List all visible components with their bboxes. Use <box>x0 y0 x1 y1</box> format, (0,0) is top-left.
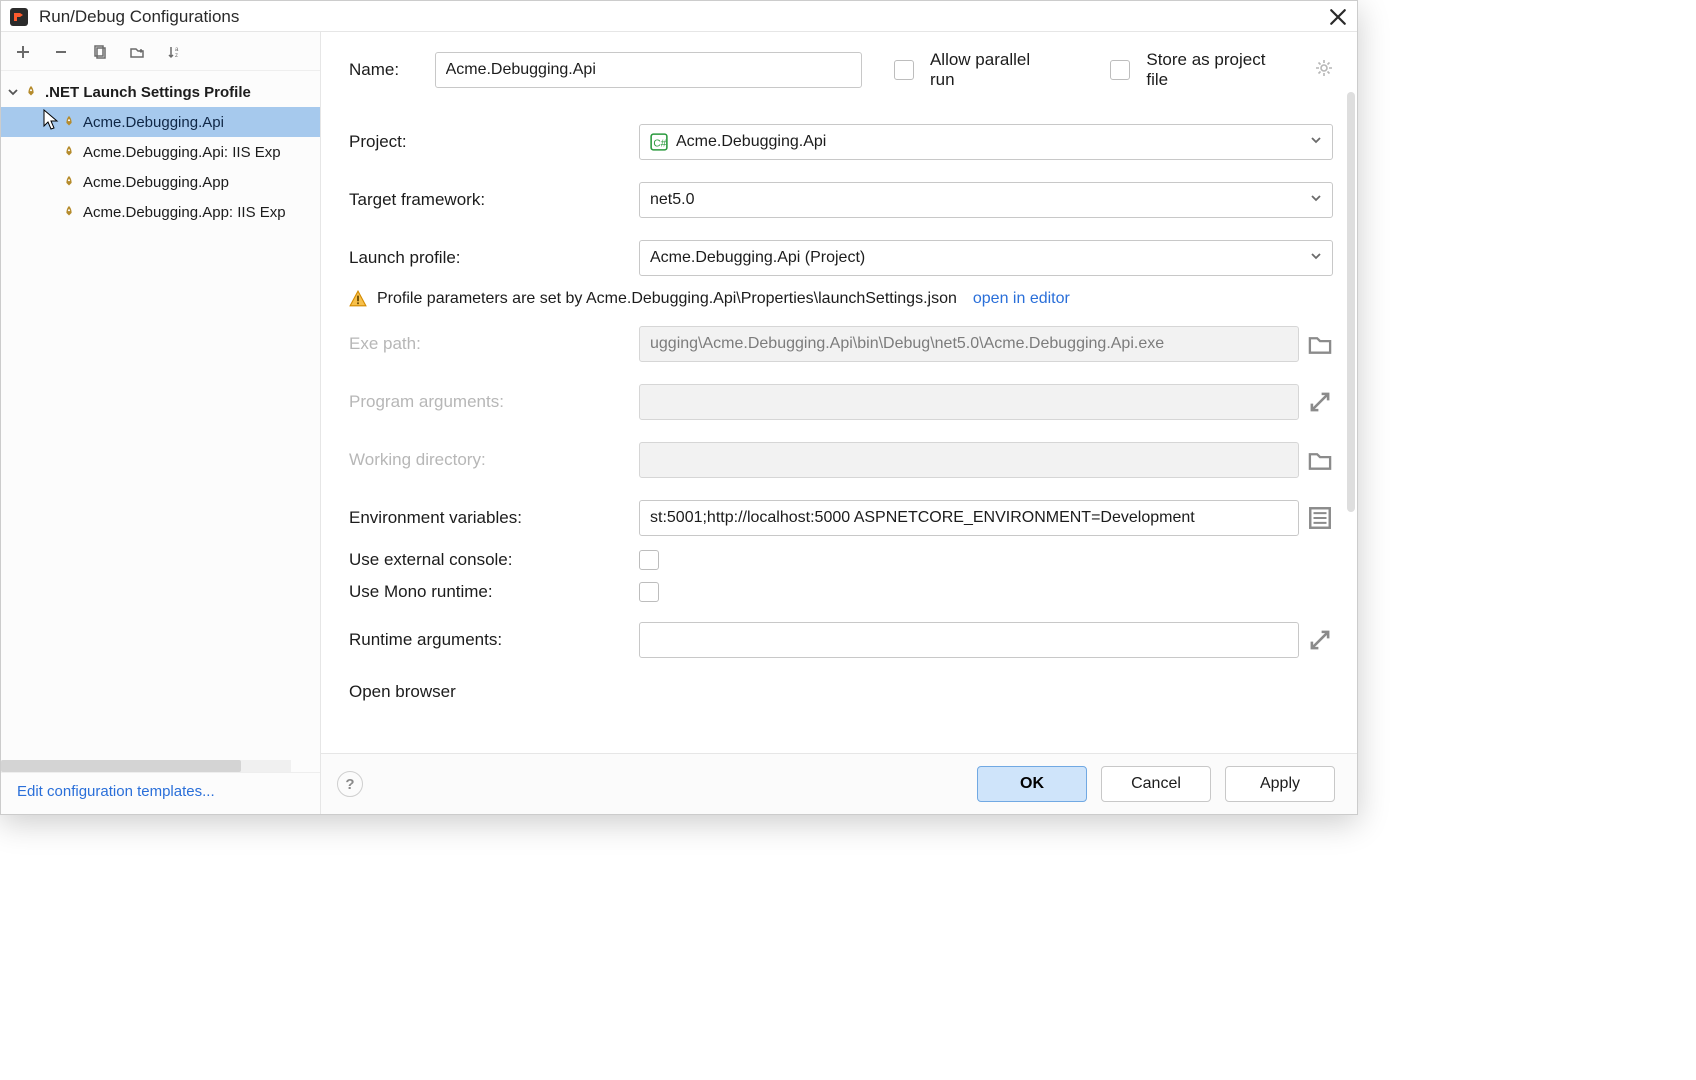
runtime-args-input[interactable] <box>639 622 1299 658</box>
expand-icon[interactable] <box>1307 627 1333 653</box>
list-icon[interactable] <box>1307 505 1333 531</box>
runtime-args-label: Runtime arguments: <box>349 630 639 650</box>
edit-templates-link[interactable]: Edit configuration templates... <box>17 783 215 800</box>
copy-config-button[interactable] <box>89 42 109 62</box>
open-in-editor-link[interactable]: open in editor <box>973 290 1070 308</box>
external-console-row: Use external console: <box>349 550 1333 570</box>
target-framework-row: Target framework: net5.0 <box>349 182 1333 218</box>
name-input[interactable] <box>435 52 863 88</box>
project-label: Project: <box>349 132 639 152</box>
external-console-checkbox[interactable] <box>639 550 659 570</box>
launch-profile-label: Launch profile: <box>349 248 639 268</box>
tree-item-label: Acme.Debugging.App: IIS Exp <box>83 204 286 221</box>
sidebar-footer: Edit configuration templates... <box>1 772 320 814</box>
working-dir-label: Working directory: <box>349 450 639 470</box>
tree-group-dotnet-launch[interactable]: .NET Launch Settings Profile <box>1 77 320 107</box>
expand-icon <box>1307 389 1333 415</box>
rocket-icon <box>61 174 77 190</box>
warning-icon <box>349 290 367 308</box>
working-dir-input <box>639 442 1299 478</box>
exe-path-row: Exe path: <box>349 326 1333 362</box>
tree-item-1[interactable]: Acme.Debugging.Api: IIS Exp <box>1 137 320 167</box>
mono-runtime-row: Use Mono runtime: <box>349 582 1333 602</box>
store-as-file-checkbox[interactable] <box>1110 60 1130 80</box>
dialog-body: az .NET Launch Settings Profile Acme.Deb… <box>1 32 1357 814</box>
exe-path-label: Exe path: <box>349 334 639 354</box>
env-vars-row: Environment variables: <box>349 500 1333 536</box>
gear-icon[interactable] <box>1315 59 1333 81</box>
tree-item-label: Acme.Debugging.Api: IIS Exp <box>83 144 281 161</box>
mono-runtime-label: Use Mono runtime: <box>349 582 639 602</box>
sidebar: az .NET Launch Settings Profile Acme.Deb… <box>1 32 321 814</box>
target-framework-select[interactable]: net5.0 <box>639 182 1333 218</box>
working-dir-row: Working directory: <box>349 442 1333 478</box>
open-browser-section: Open browser <box>349 682 1333 702</box>
warning-text: Profile parameters are set by Acme.Debug… <box>377 290 957 308</box>
sidebar-hscrollbar[interactable] <box>1 760 291 772</box>
config-tree: .NET Launch Settings Profile Acme.Debugg… <box>1 71 320 772</box>
rocket-icon <box>61 114 77 130</box>
external-console-label: Use external console: <box>349 550 639 570</box>
name-label: Name: <box>349 60 419 80</box>
folder-open-icon <box>1307 331 1333 357</box>
env-vars-label: Environment variables: <box>349 508 639 528</box>
program-args-input <box>639 384 1299 420</box>
launch-profile-select[interactable]: Acme.Debugging.Api (Project) <box>639 240 1333 276</box>
dialog-title: Run/Debug Configurations <box>39 7 1329 27</box>
project-row: Project: C# Acme.Debugging.Api <box>349 124 1333 160</box>
save-to-folder-button[interactable] <box>127 42 147 62</box>
svg-text:C#: C# <box>653 139 666 150</box>
close-button[interactable] <box>1329 8 1347 26</box>
folder-open-icon <box>1307 447 1333 473</box>
ok-button[interactable]: OK <box>977 766 1087 802</box>
project-select[interactable]: C# Acme.Debugging.Api <box>639 124 1333 160</box>
target-framework-label: Target framework: <box>349 190 639 210</box>
target-framework-value: net5.0 <box>650 191 694 209</box>
tree-item-0[interactable]: Acme.Debugging.Api <box>1 107 320 137</box>
main-panel: Name: Allow parallel run Store as projec… <box>321 32 1357 814</box>
program-args-label: Program arguments: <box>349 392 639 412</box>
apply-button[interactable]: Apply <box>1225 766 1335 802</box>
tree-item-label: Acme.Debugging.App <box>83 174 229 191</box>
cancel-button[interactable]: Cancel <box>1101 766 1211 802</box>
add-config-button[interactable] <box>13 42 33 62</box>
program-args-row: Program arguments: <box>349 384 1333 420</box>
allow-parallel-label: Allow parallel run <box>930 50 1059 90</box>
chevron-down-icon <box>1310 249 1322 267</box>
store-as-file-label: Store as project file <box>1146 50 1291 90</box>
runtime-args-row: Runtime arguments: <box>349 622 1333 658</box>
mono-runtime-checkbox[interactable] <box>639 582 659 602</box>
chevron-down-icon <box>1310 191 1322 209</box>
project-value: Acme.Debugging.Api <box>676 133 826 151</box>
rider-app-icon <box>9 7 29 27</box>
svg-text:z: z <box>175 53 178 59</box>
remove-config-button[interactable] <box>51 42 71 62</box>
tree-toolbar: az <box>1 32 320 71</box>
rocket-icon <box>61 144 77 160</box>
launch-profile-value: Acme.Debugging.Api (Project) <box>650 249 865 267</box>
tree-item-label: Acme.Debugging.Api <box>83 114 224 131</box>
titlebar: Run/Debug Configurations <box>1 1 1357 32</box>
caret-down-icon <box>7 87 19 97</box>
profile-warning: Profile parameters are set by Acme.Debug… <box>349 290 1333 308</box>
topline: Name: Allow parallel run Store as projec… <box>349 50 1333 90</box>
csharp-project-icon: C# <box>650 133 668 151</box>
launch-profile-row: Launch profile: Acme.Debugging.Api (Proj… <box>349 240 1333 276</box>
dialog-footer: ? OK Cancel Apply <box>321 753 1357 814</box>
allow-parallel-checkbox[interactable] <box>894 60 914 80</box>
rocket-icon <box>23 84 39 100</box>
scrollbar-thumb[interactable] <box>1 760 241 772</box>
sort-alpha-button[interactable]: az <box>165 42 185 62</box>
chevron-down-icon <box>1310 133 1322 151</box>
tree-item-3[interactable]: Acme.Debugging.App: IIS Exp <box>1 197 320 227</box>
tree-group-label: .NET Launch Settings Profile <box>45 84 251 101</box>
run-debug-dialog: Run/Debug Configurations az .NET Launch … <box>0 0 1358 815</box>
help-button[interactable]: ? <box>337 771 363 797</box>
exe-path-input <box>639 326 1299 362</box>
form-vscrollbar[interactable] <box>1347 92 1355 512</box>
form-area: Name: Allow parallel run Store as projec… <box>321 32 1357 753</box>
tree-item-2[interactable]: Acme.Debugging.App <box>1 167 320 197</box>
env-vars-input[interactable] <box>639 500 1299 536</box>
rocket-icon <box>61 204 77 220</box>
